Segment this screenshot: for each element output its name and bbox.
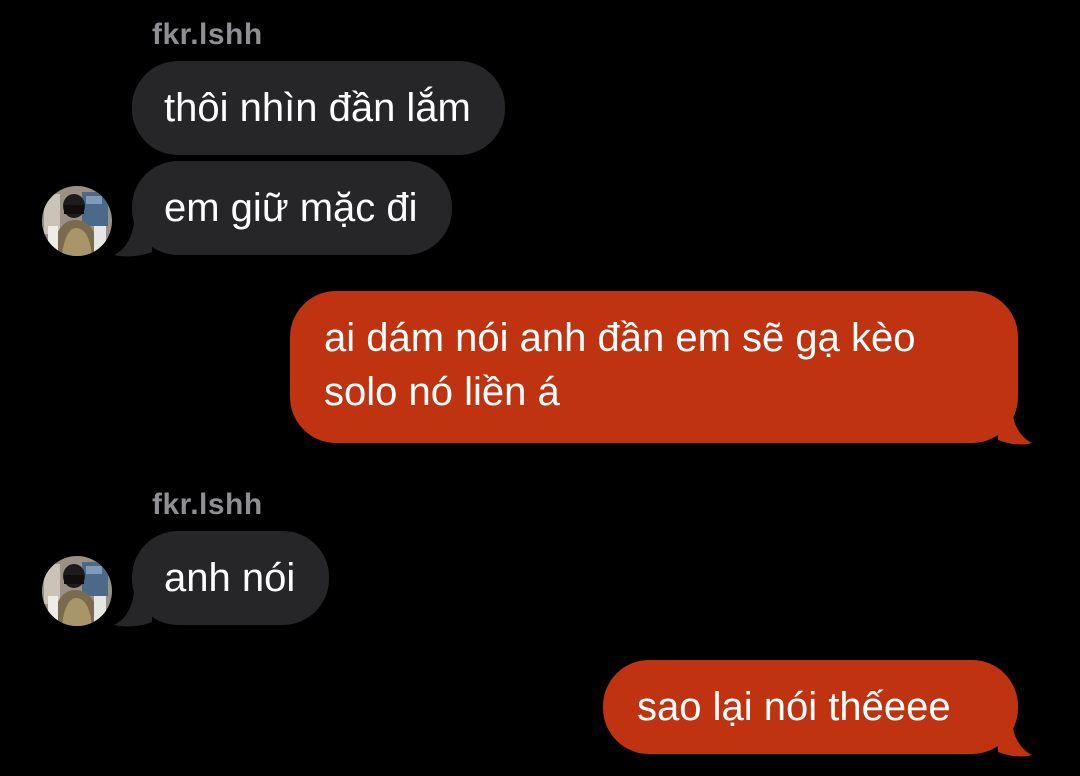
message-text: ai dám nói anh đần em sẽ gạ kèo solo nó … <box>324 316 916 414</box>
sender-name: fkr.lshh <box>152 488 263 521</box>
avatar-photo-icon <box>42 556 112 626</box>
sender-name: fkr.lshh <box>152 18 263 51</box>
incoming-message-bubble[interactable]: em giữ mặc đi <box>132 161 452 255</box>
message-text: em giữ mặc đi <box>164 186 418 230</box>
outgoing-message-bubble[interactable]: ai dám nói anh đần em sẽ gạ kèo solo nó … <box>290 291 1018 443</box>
message-text: anh nói <box>164 556 296 600</box>
avatar-photo-icon <box>42 186 112 256</box>
contact-avatar[interactable] <box>42 186 112 256</box>
incoming-message-bubble[interactable]: thôi nhìn đần lắm <box>132 61 505 155</box>
contact-avatar[interactable] <box>42 556 112 626</box>
outgoing-message-bubble[interactable]: sao lại nói thếeee <box>603 660 1018 754</box>
message-text: thôi nhìn đần lắm <box>164 86 471 130</box>
message-text: sao lại nói thếeee <box>637 685 951 729</box>
incoming-message-bubble[interactable]: anh nói <box>132 531 330 625</box>
